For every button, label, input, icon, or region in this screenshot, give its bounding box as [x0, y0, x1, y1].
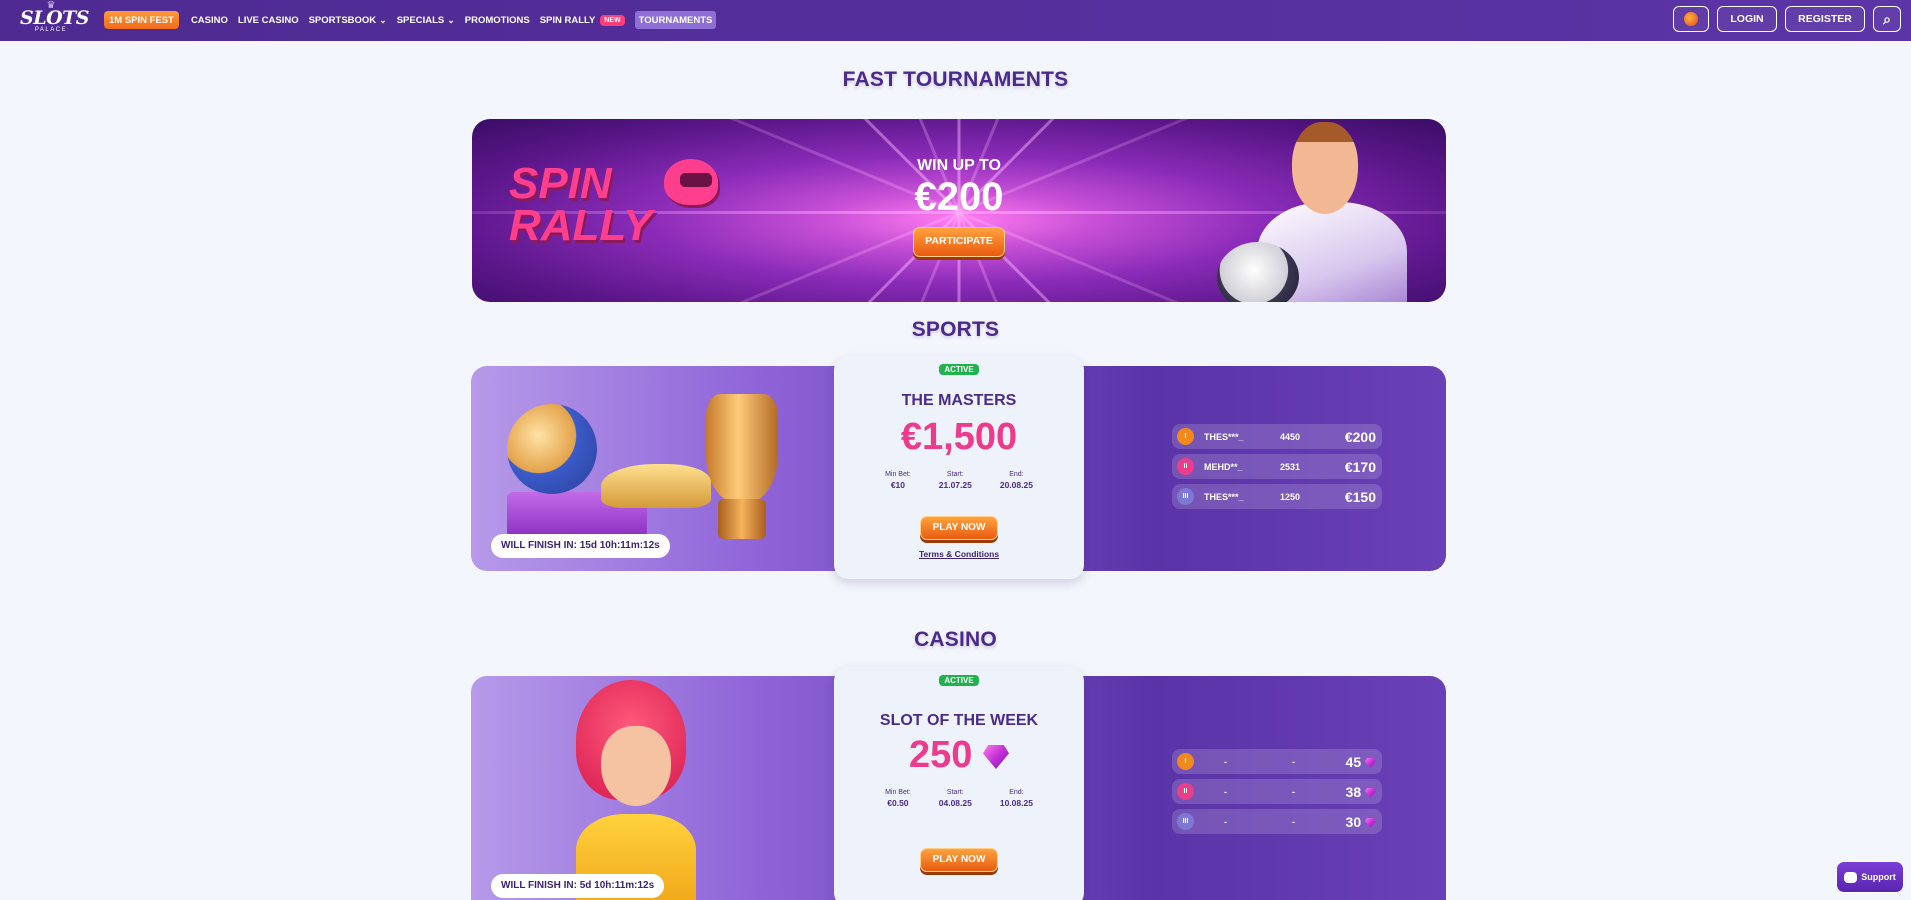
trophy-illustration [696, 394, 786, 544]
section-title-sports: SPORTS [911, 318, 1000, 341]
gem-icon [1365, 787, 1376, 798]
gem-icon [1365, 817, 1376, 828]
chevron-down-icon: ⌄ [447, 14, 455, 25]
rank-3-icon: III [1177, 488, 1194, 505]
main-menu: 1M SPIN FEST CASINO LIVE CASINO SPORTSBO… [104, 11, 726, 29]
banner-offer: WIN UP TO €200 PARTICIPATE [809, 157, 1109, 257]
flag-icon [1684, 12, 1698, 26]
nav-item-live-casino[interactable]: LIVE CASINO [238, 11, 299, 29]
spin-rally-banner: SPIN RALLY WIN UP TO €200 PARTICIPATE [472, 119, 1446, 302]
rank-1-icon: I [1177, 428, 1194, 445]
nav-actions: LOGIN REGISTER ⌕ [1673, 6, 1901, 32]
login-button[interactable]: LOGIN [1717, 6, 1777, 32]
end-date: 20.08.25 [999, 480, 1033, 490]
terms-link[interactable]: Terms & Conditions [834, 549, 1084, 559]
site-logo[interactable]: ♛ SLOTS PALACE [20, 1, 90, 38]
play-now-button[interactable]: PLAY NOW [920, 848, 998, 872]
search-icon: ⌕ [1883, 10, 1891, 27]
racer-illustration [1217, 119, 1417, 302]
min-bet-value: €0.50 [887, 798, 909, 808]
top-nav: ♛ SLOTS PALACE 1M SPIN FEST CASINO LIVE … [0, 0, 1911, 41]
min-bet-value: €10 [890, 480, 905, 490]
rank-2-icon: II [1177, 458, 1194, 475]
nav-item-specials[interactable]: SPECIALS ⌄ [397, 11, 455, 29]
sports-leaderboard: I THES***_ 4450 €200 II MEHD**_ 2531 €170 III T… [1172, 424, 1382, 514]
banner-amount: €200 [914, 175, 1004, 219]
support-button[interactable]: Support [1836, 861, 1904, 893]
chevron-down-icon: ⌄ [379, 14, 387, 25]
section-title-fast: FAST TOURNAMENTS [842, 68, 1069, 91]
start-date: 04.08.25 [938, 798, 972, 808]
leaderboard-row: II MEHD**_ 2531 €170 [1172, 454, 1382, 479]
rank-1-icon: I [1177, 753, 1194, 770]
nav-item-tournaments[interactable]: TOURNAMENTS [634, 11, 717, 29]
countdown-badge: WILL FINISH IN: 15d 10h:11m:12s [491, 534, 670, 558]
leaderboard-row: II - -38 [1172, 779, 1382, 804]
search-button[interactable]: ⌕ [1873, 6, 1901, 32]
tournament-name: SLOT OF THE WEEK [879, 712, 1039, 729]
rank-3-icon: III [1177, 813, 1194, 830]
leaderboard-row: I THES***_ 4450 €200 [1172, 424, 1382, 449]
countdown-badge: WILL FINISH IN: 5d 10h:11m:12s [491, 874, 665, 898]
prize-pool: €1,500 [900, 416, 1018, 458]
participate-button[interactable]: PARTICIPATE [913, 227, 1005, 257]
play-now-button[interactable]: PLAY NOW [920, 516, 998, 540]
leaderboard-row: I - -45 [1172, 749, 1382, 774]
language-selector[interactable] [1673, 6, 1709, 32]
nav-item-sportsbook[interactable]: SPORTSBOOK ⌄ [309, 11, 387, 29]
casino-leaderboard: I - -45 II - -38 III - -30 [1172, 749, 1382, 839]
football-illustration [507, 404, 597, 494]
section-title-casino: CASINO [914, 628, 997, 651]
nav-item-spin-fest[interactable]: 1M SPIN FEST [104, 11, 179, 29]
tournament-meta: Min Bet: €10 Start: 21.07.25 End: 20.08.25 [885, 471, 1033, 490]
gem-icon [982, 744, 1009, 769]
register-button[interactable]: REGISTER [1785, 6, 1865, 32]
start-date: 21.07.25 [938, 480, 972, 490]
rank-2-icon: II [1177, 783, 1194, 800]
status-badge: ACTIVE [939, 364, 979, 375]
leaderboard-row: III - -30 [1172, 809, 1382, 834]
leaderboard-row: III THES***_ 1250 €150 [1172, 484, 1382, 509]
face-illustration [601, 726, 671, 806]
tournament-name: THE MASTERS [901, 392, 1017, 409]
sports-tournament-card: ACTIVE THE MASTERS €1,500 Min Bet: €10 St… [834, 356, 1084, 579]
tournament-meta: Min Bet: €0.50 Start: 04.08.25 End: 10.08.2… [885, 789, 1033, 808]
nav-item-spin-rally[interactable]: SPIN RALLY NEW [540, 11, 625, 29]
prize-pool: 250 [834, 734, 1084, 776]
end-date: 10.08.25 [999, 798, 1033, 808]
nav-item-casino[interactable]: CASINO [191, 11, 228, 29]
casino-tournament-card: ACTIVE SLOT OF THE WEEK 250 Min Bet: €0.5… [834, 667, 1084, 900]
spin-rally-logo: SPIN RALLY [509, 159, 653, 250]
helmet-icon [664, 159, 718, 205]
boot-illustration [601, 464, 711, 508]
win-up-to-label: WIN UP TO [917, 157, 1001, 174]
nav-item-promotions[interactable]: PROMOTIONS [465, 11, 530, 29]
chat-bubble-icon [1844, 871, 1858, 883]
gem-icon [1365, 757, 1376, 768]
new-badge: NEW [600, 14, 625, 26]
status-badge: ACTIVE [939, 675, 979, 686]
